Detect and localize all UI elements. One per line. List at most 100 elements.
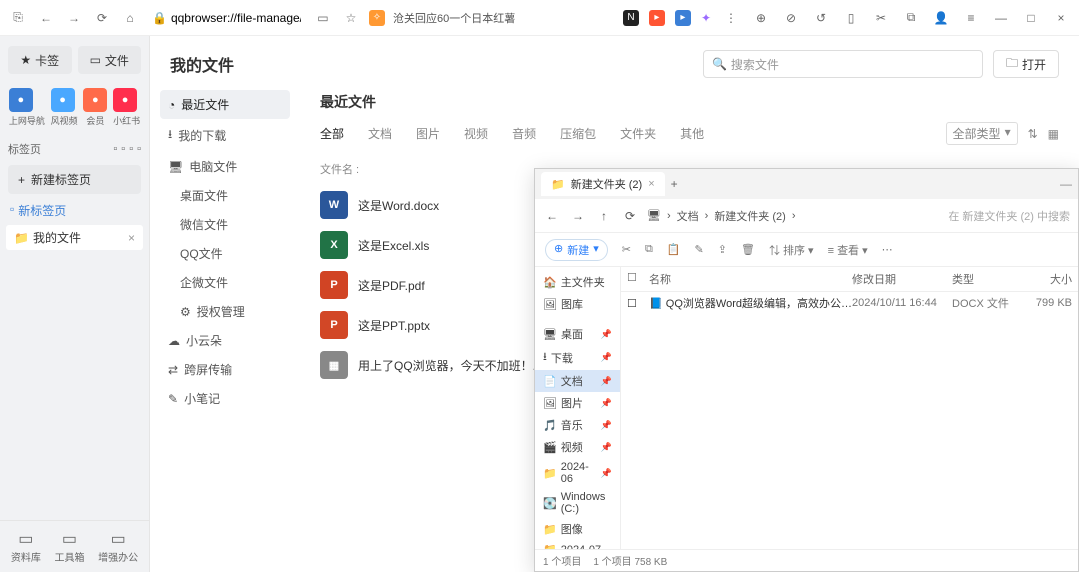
- filter-tab[interactable]: 其他: [680, 125, 704, 142]
- ext-icon-2[interactable]: N: [623, 10, 639, 26]
- back-icon[interactable]: ←: [36, 8, 56, 28]
- grid-icon[interactable]: ▦: [1048, 127, 1059, 141]
- more-icon[interactable]: ⋮: [721, 8, 741, 28]
- delete-icon[interactable]: 🗑: [741, 243, 755, 256]
- filter-tab[interactable]: 视频: [464, 125, 488, 142]
- address-input[interactable]: [171, 11, 301, 25]
- explorer-nav-item[interactable]: 📁2024-06📌: [535, 458, 620, 488]
- forward-icon[interactable]: →: [569, 209, 587, 223]
- new-tab-icon[interactable]: +: [671, 177, 678, 191]
- copy-icon[interactable]: ⧉: [645, 243, 653, 256]
- app-icon[interactable]: ●: [51, 88, 75, 112]
- window-close-icon[interactable]: ×: [1051, 8, 1071, 28]
- new-tab-link[interactable]: ▫ 新标签页: [0, 198, 149, 223]
- bookmarks-button[interactable]: ★ 卡签: [8, 46, 72, 74]
- close-icon[interactable]: ×: [128, 231, 135, 245]
- sidebar-toggle-icon[interactable]: ⎘: [8, 8, 28, 28]
- bottom-tool[interactable]: ▭资料库: [11, 529, 41, 564]
- nav-item[interactable]: 企微文件: [160, 268, 290, 297]
- file-search[interactable]: 🔍 搜索文件: [703, 50, 983, 78]
- explorer-nav-item[interactable]: 📄文档📌: [535, 370, 620, 392]
- new-button[interactable]: ⊕ 新建 ▾: [545, 239, 608, 261]
- ext-icon-5[interactable]: ✦: [701, 11, 711, 25]
- app-icon[interactable]: ●: [9, 88, 33, 112]
- filter-tab[interactable]: 文件夹: [620, 125, 656, 142]
- paste-icon[interactable]: 📋: [667, 243, 681, 256]
- ext-icon-4[interactable]: ▸: [675, 10, 691, 26]
- explorer-nav-item[interactable]: 🖼图库: [535, 293, 620, 315]
- scissors-icon[interactable]: ✂: [871, 8, 891, 28]
- file-row[interactable]: ☐📘 QQ浏览器Word超级编辑，高效办公…2024/10/11 16:44DO…: [621, 292, 1078, 314]
- back-icon[interactable]: ←: [543, 209, 561, 223]
- ext-icon-3[interactable]: ▸: [649, 10, 665, 26]
- window-min-icon[interactable]: —: [991, 8, 1011, 28]
- app-icon[interactable]: ●: [83, 88, 107, 112]
- explorer-nav-item[interactable]: 📁2024-07: [535, 540, 620, 549]
- explorer-search[interactable]: 在 新建文件夹 (2) 中搜索: [948, 208, 1070, 224]
- explorer-nav-item[interactable]: ⭳下载📌: [535, 345, 620, 370]
- new-tab-group-button[interactable]: + 新建标签页: [8, 165, 141, 194]
- nav-item[interactable]: 桌面文件: [160, 181, 290, 210]
- explorer-nav-item[interactable]: 🖥桌面📌: [535, 323, 620, 345]
- nav-item[interactable]: ⇄跨屏传输: [160, 355, 290, 384]
- ext-icon-1[interactable]: ✧: [369, 10, 385, 26]
- app-icon[interactable]: ●: [113, 88, 137, 112]
- open-button[interactable]: 🗀 打开: [993, 50, 1059, 78]
- nav-item[interactable]: ✎小笔记: [160, 384, 290, 413]
- tab-my-files[interactable]: 📁 我的文件 ×: [6, 225, 143, 250]
- mini-icon[interactable]: ▫: [137, 143, 141, 155]
- avatar-icon[interactable]: 👤: [931, 8, 951, 28]
- mini-icon[interactable]: ▫: [129, 143, 133, 155]
- share-icon[interactable]: ⇪: [718, 243, 727, 256]
- explorer-nav-item[interactable]: 🏠主文件夹: [535, 271, 620, 293]
- address-bar[interactable]: 🔒: [148, 9, 305, 27]
- history-icon[interactable]: ↺: [811, 8, 831, 28]
- nav-item[interactable]: ☁小云朵: [160, 326, 290, 355]
- copy-icon[interactable]: ⧉: [901, 8, 921, 28]
- mini-icon[interactable]: ▫: [113, 143, 117, 155]
- view-dropdown[interactable]: ≡ 查看 ▾: [828, 242, 868, 258]
- nav-item[interactable]: QQ文件: [160, 239, 290, 268]
- menu-icon[interactable]: ≡: [961, 8, 981, 28]
- type-dropdown[interactable]: 全部类型 ▾: [946, 122, 1018, 145]
- bottom-tool[interactable]: ▭工具箱: [54, 529, 84, 564]
- nav-item[interactable]: ⭳我的下载: [160, 119, 290, 152]
- nav-item[interactable]: ⚙授权管理: [160, 297, 290, 326]
- explorer-nav-item[interactable]: 💽Windows (C:): [535, 488, 620, 518]
- home-icon[interactable]: ⌂: [120, 8, 140, 28]
- reader-icon[interactable]: ▭: [313, 8, 333, 28]
- filter-tab[interactable]: 压缩包: [560, 125, 596, 142]
- explorer-nav-item[interactable]: 📁图像: [535, 518, 620, 540]
- sort-icon[interactable]: ⇅: [1028, 127, 1038, 141]
- explorer-nav-item[interactable]: 🎬视频📌: [535, 436, 620, 458]
- explorer-nav-item[interactable]: 🎵音乐📌: [535, 414, 620, 436]
- nav-item[interactable]: ◔最近文件: [160, 90, 290, 119]
- explorer-nav-item[interactable]: 🖼图片📌: [535, 392, 620, 414]
- filter-tab[interactable]: 音频: [512, 125, 536, 142]
- cut-icon[interactable]: ✂: [622, 243, 631, 256]
- mini-icon[interactable]: ▫: [121, 143, 125, 155]
- window-max-icon[interactable]: □: [1021, 8, 1041, 28]
- nav-item[interactable]: 微信文件: [160, 210, 290, 239]
- close-icon[interactable]: ×: [648, 178, 654, 190]
- shield-icon[interactable]: ⊘: [781, 8, 801, 28]
- filter-tab[interactable]: 图片: [416, 125, 440, 142]
- reload-icon[interactable]: ⟳: [92, 8, 112, 28]
- device-icon[interactable]: ▯: [841, 8, 861, 28]
- sort-dropdown[interactable]: ⇅ 排序 ▾: [769, 242, 814, 258]
- refresh-icon[interactable]: ⟳: [621, 209, 639, 223]
- explorer-tab[interactable]: 📁 新建文件夹 (2) ×: [541, 172, 665, 196]
- bottom-tool[interactable]: ▭增强办公: [98, 529, 138, 564]
- window-min-icon[interactable]: —: [1060, 177, 1072, 191]
- breadcrumb[interactable]: 🖥 › 文档 › 新建文件夹 (2) ›: [647, 208, 795, 224]
- globe-icon[interactable]: ⊕: [751, 8, 771, 28]
- up-icon[interactable]: ↑: [595, 209, 613, 223]
- filter-tab[interactable]: 文档: [368, 125, 392, 142]
- star-icon[interactable]: ☆: [341, 8, 361, 28]
- nav-item[interactable]: 🖥电脑文件: [160, 152, 290, 181]
- forward-icon[interactable]: →: [64, 8, 84, 28]
- filter-tab[interactable]: 全部: [320, 125, 344, 142]
- checkbox[interactable]: ☐: [627, 297, 649, 310]
- rename-icon[interactable]: ✎: [695, 243, 704, 256]
- files-button[interactable]: ▭ 文件: [78, 46, 142, 74]
